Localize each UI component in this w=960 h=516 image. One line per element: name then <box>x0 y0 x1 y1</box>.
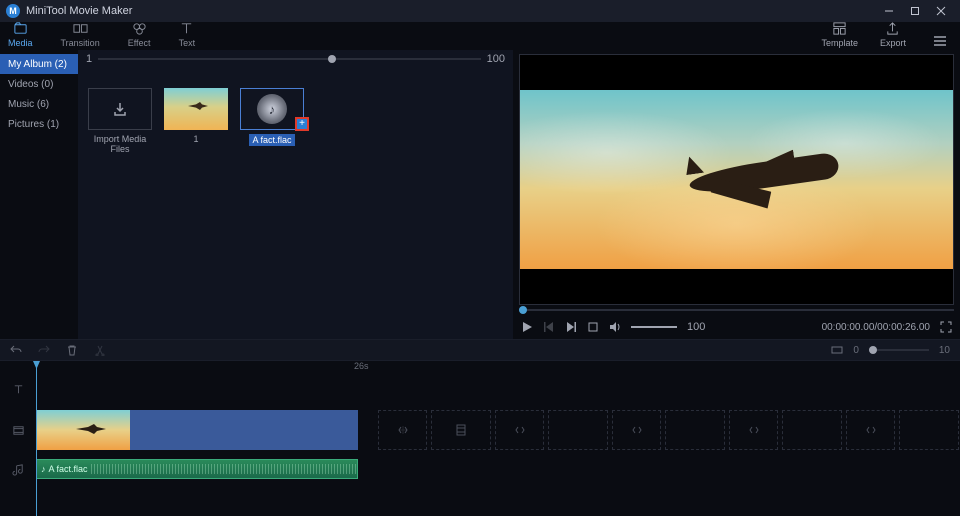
album-zoom-row: 1 100 <box>78 50 513 68</box>
stop-button[interactable] <box>587 321 599 333</box>
text-track-icon <box>0 383 36 396</box>
template-label: Template <box>821 38 858 48</box>
player-controls: 100 00:00:00.00/00:00:26.00 <box>519 315 954 339</box>
sidebar-item-my-album[interactable]: My Album (2) <box>0 54 78 74</box>
volume-slider[interactable] <box>631 326 677 328</box>
tab-effect[interactable]: Effect <box>128 21 151 48</box>
album-panel: 1 100 Import Media Files 1 + A fact.flac <box>78 50 513 339</box>
template-button[interactable]: Template <box>821 21 858 48</box>
video-track-icon <box>0 424 36 437</box>
timeline-zoom-min: 0 <box>853 345 859 356</box>
minimize-button[interactable] <box>876 0 902 22</box>
tab-effect-label: Effect <box>128 38 151 48</box>
transition-drop-zone[interactable] <box>729 410 778 450</box>
audio-track[interactable]: ♪ A fact.flac <box>0 455 960 483</box>
fit-timeline-button[interactable] <box>831 344 843 356</box>
delete-button[interactable] <box>66 344 78 356</box>
disc-icon <box>257 94 287 124</box>
audio-clip[interactable]: ♪ A fact.flac <box>36 459 358 479</box>
clip-drop-zone[interactable] <box>548 410 608 450</box>
tab-media-label: Media <box>8 38 33 48</box>
volume-icon[interactable] <box>609 321 621 333</box>
export-label: Export <box>880 38 906 48</box>
redo-button[interactable] <box>38 344 50 356</box>
transition-drop-zone[interactable] <box>378 410 427 450</box>
tab-transition[interactable]: Transition <box>61 21 100 48</box>
split-button[interactable] <box>94 344 106 356</box>
volume-value: 100 <box>687 321 705 333</box>
close-button[interactable] <box>928 0 954 22</box>
tab-transition-label: Transition <box>61 38 100 48</box>
timeline: 26s ♪ <box>0 361 960 516</box>
audio-clip-label: A fact.flac <box>49 464 88 474</box>
maximize-button[interactable] <box>902 0 928 22</box>
sidebar-item-videos[interactable]: Videos (0) <box>0 74 78 94</box>
upper-region: My Album (2) Videos (0) Music (6) Pictur… <box>0 50 960 339</box>
video-clip[interactable] <box>36 410 358 450</box>
prev-frame-button[interactable] <box>543 321 555 333</box>
waveform <box>91 464 357 474</box>
media-sidebar: My Album (2) Videos (0) Music (6) Pictur… <box>0 50 78 339</box>
media-thumb-audio[interactable]: + A fact.flac <box>240 88 304 146</box>
preview-screen[interactable] <box>519 54 954 305</box>
media-thumb-picture-label: 1 <box>193 134 198 144</box>
transition-drop-zone[interactable] <box>846 410 895 450</box>
ruler-mark: 26s <box>354 361 369 371</box>
main-toolbar: Media Transition Effect Text Template Ex… <box>0 22 960 50</box>
clip-drop-zone[interactable] <box>899 410 959 450</box>
add-to-timeline-badge[interactable]: + <box>295 117 309 131</box>
clip-drop-zone[interactable] <box>431 410 491 450</box>
video-track[interactable] <box>0 405 960 455</box>
import-label: Import Media Files <box>88 134 152 154</box>
undo-button[interactable] <box>10 344 22 356</box>
album-grid: Import Media Files 1 + A fact.flac <box>78 68 513 339</box>
next-frame-button[interactable] <box>565 321 577 333</box>
album-zoom-max: 100 <box>487 53 505 65</box>
sidebar-item-pictures[interactable]: Pictures (1) <box>0 114 78 134</box>
fullscreen-button[interactable] <box>940 321 952 333</box>
titlebar: M MiniTool Movie Maker <box>0 0 960 22</box>
sidebar-item-music[interactable]: Music (6) <box>0 94 78 114</box>
clip-drop-zone[interactable] <box>782 410 842 450</box>
timecode: 00:00:00.00/00:00:26.00 <box>822 322 930 333</box>
app-title: MiniTool Movie Maker <box>26 5 876 17</box>
hamburger-menu-button[interactable] <box>928 34 952 48</box>
tab-text-label: Text <box>179 38 196 48</box>
audio-track-icon <box>0 463 36 476</box>
album-zoom-min: 1 <box>86 53 92 65</box>
preview-panel: 100 00:00:00.00/00:00:26.00 <box>513 50 960 339</box>
playhead[interactable] <box>36 361 37 516</box>
clip-drop-zone[interactable] <box>665 410 725 450</box>
transition-drop-zone[interactable] <box>612 410 661 450</box>
export-button[interactable]: Export <box>880 21 906 48</box>
tab-media[interactable]: Media <box>8 21 33 48</box>
app-logo: M <box>6 4 20 18</box>
import-media-button[interactable]: Import Media Files <box>88 88 152 154</box>
timeline-zoom-max: 10 <box>939 345 950 356</box>
transition-drop-zone[interactable] <box>495 410 544 450</box>
text-track[interactable] <box>0 373 960 405</box>
timeline-zoom-slider[interactable] <box>869 349 929 351</box>
timeline-ruler[interactable]: 26s <box>0 361 960 373</box>
tab-text[interactable]: Text <box>179 21 196 48</box>
album-zoom-slider[interactable] <box>98 58 481 60</box>
play-button[interactable] <box>521 321 533 333</box>
media-thumb-audio-label: A fact.flac <box>249 134 294 146</box>
media-thumb-picture[interactable]: 1 <box>164 88 228 144</box>
seek-bar[interactable] <box>519 305 954 315</box>
timeline-toolbar: 0 10 <box>0 339 960 361</box>
music-note-icon: ♪ <box>41 464 46 474</box>
